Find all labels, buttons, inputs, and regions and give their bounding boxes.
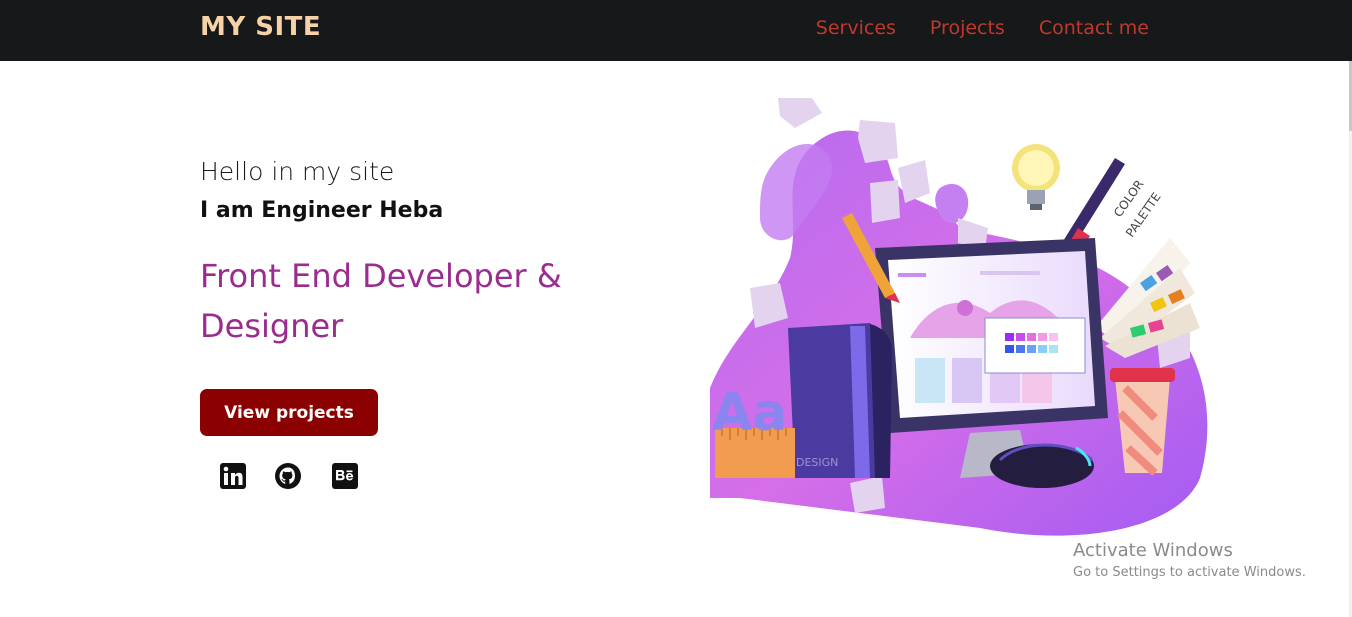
hero-greeting: Hello in my site — [200, 157, 395, 186]
design-book: DESIGN — [788, 323, 892, 478]
navbar: MY SITE Services Projects Contact me — [0, 0, 1352, 61]
hero-name: I am Engineer Heba — [200, 198, 444, 223]
github-icon[interactable] — [274, 462, 302, 490]
nav-links: Services Projects Contact me — [816, 17, 1149, 39]
watermark-subtitle: Go to Settings to activate Windows. — [1073, 565, 1306, 580]
watermark-title: Activate Windows — [1073, 540, 1233, 561]
aa-letters: Aa — [712, 383, 787, 443]
site-brand[interactable]: MY SITE — [200, 12, 321, 42]
color-palette: COLOR PALETTE — [1095, 177, 1200, 358]
hero-illustration: COLOR PALETTE DESIGN Aa — [700, 88, 1220, 558]
view-projects-button[interactable]: View projects — [200, 389, 378, 436]
hero-role: Front End Developer & Designer — [200, 257, 562, 345]
behance-icon[interactable] — [331, 462, 359, 490]
book-label: DESIGN — [796, 456, 838, 469]
lightbulb-icon — [1012, 144, 1060, 210]
windows-activation-watermark: Activate Windows Go to Settings to activ… — [1073, 540, 1306, 580]
mouse-icon — [990, 443, 1094, 488]
nav-link-services[interactable]: Services — [816, 17, 896, 39]
nav-link-projects[interactable]: Projects — [930, 17, 1005, 39]
linkedin-icon[interactable] — [219, 462, 247, 490]
nav-link-contact[interactable]: Contact me — [1039, 17, 1149, 39]
